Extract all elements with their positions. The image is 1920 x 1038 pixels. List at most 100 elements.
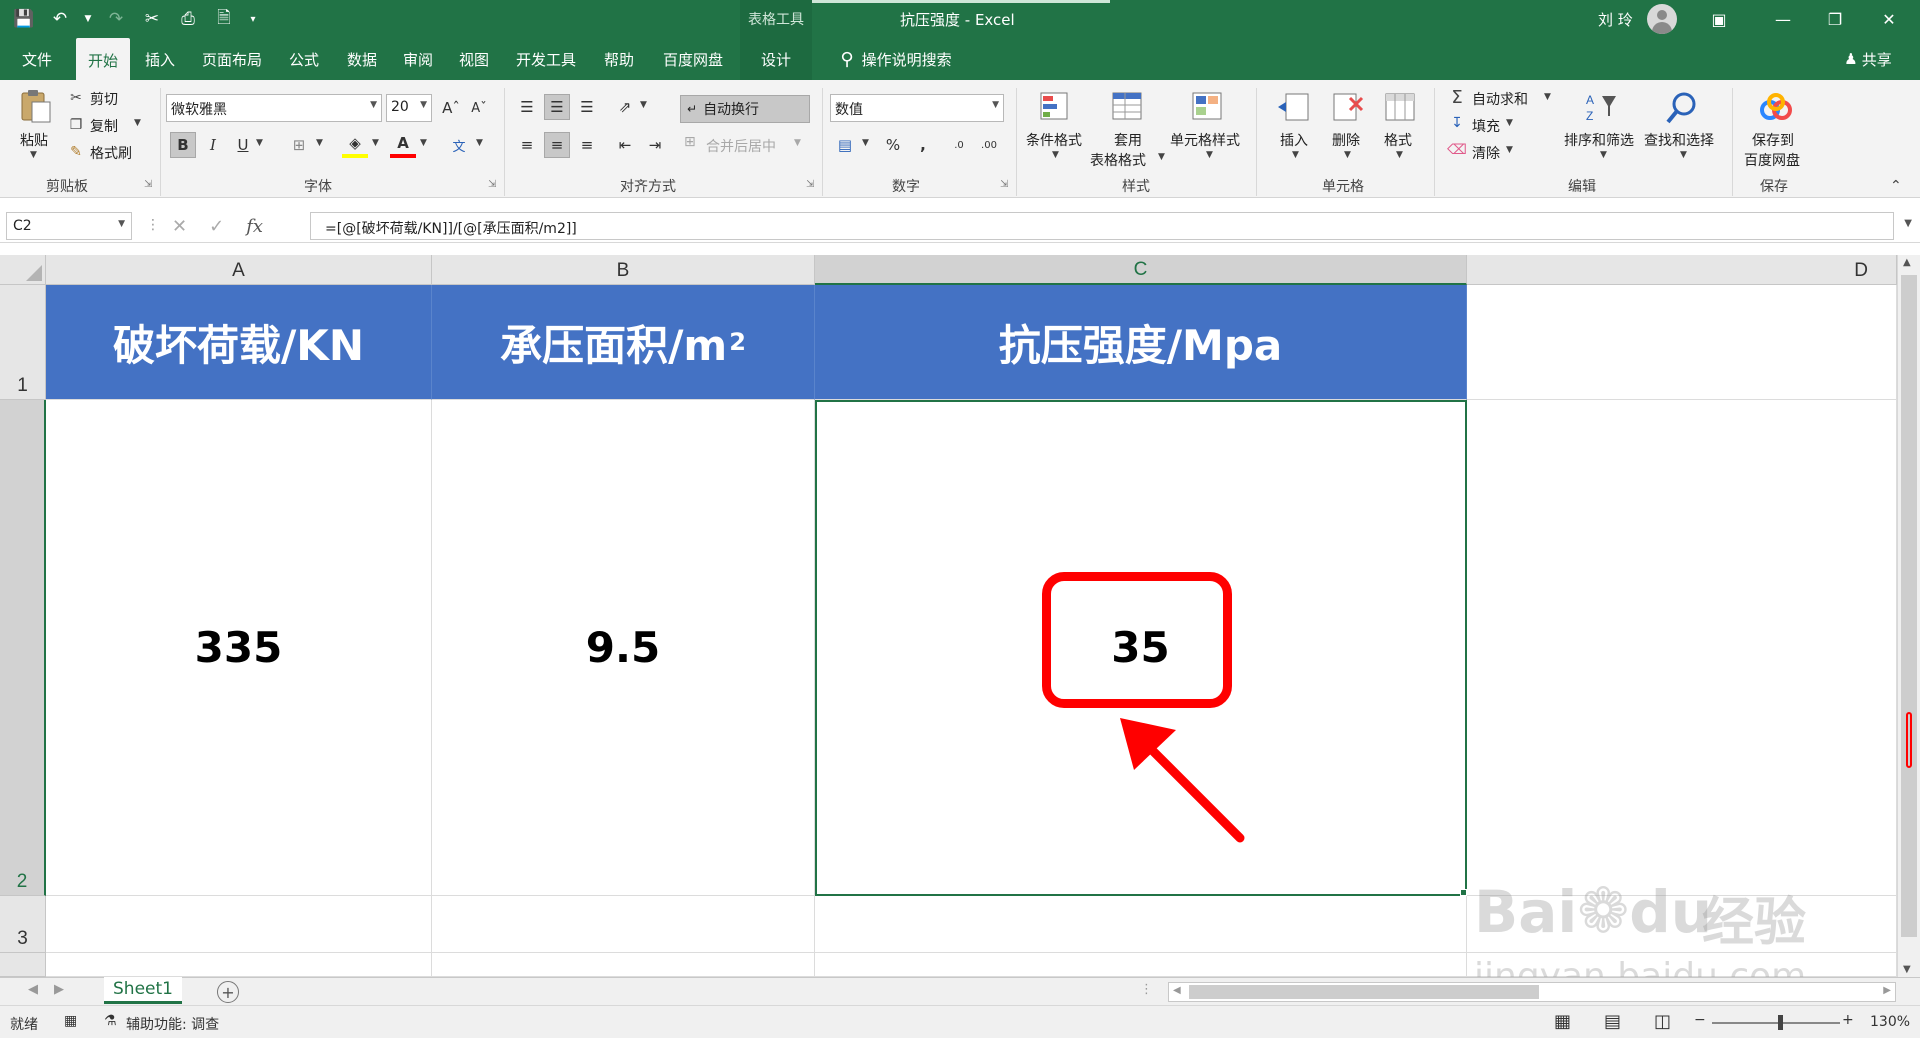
scroll-right-icon[interactable]: ▶: [1883, 985, 1891, 996]
phonetic-dropdown-icon[interactable]: ▼: [476, 138, 483, 148]
collapse-ribbon-icon[interactable]: ⌃: [1890, 178, 1902, 194]
fill-color-icon[interactable]: ◈: [342, 132, 368, 158]
baidu-netdisk-icon[interactable]: [1758, 90, 1794, 126]
name-box[interactable]: C2 ▼: [6, 212, 132, 240]
customize-qat-icon[interactable]: ▾: [246, 6, 260, 32]
merge-dropdown-icon[interactable]: ▼: [794, 138, 801, 148]
tab-home[interactable]: 开始: [76, 38, 130, 82]
bold-button[interactable]: B: [170, 132, 196, 158]
horizontal-scroll-thumb[interactable]: [1189, 985, 1539, 999]
insert-dropdown-icon[interactable]: ▼: [1292, 150, 1299, 160]
font-name-combo[interactable]: 微软雅黑 ▼: [166, 94, 382, 122]
align-bottom-icon[interactable]: ☰: [574, 94, 600, 120]
header-cell-area[interactable]: 承压面积/m 2: [432, 285, 815, 400]
orientation-dropdown-icon[interactable]: ▼: [640, 100, 647, 110]
fill-label[interactable]: 填充: [1472, 116, 1500, 136]
format-cells-label[interactable]: 格式: [1384, 130, 1412, 150]
align-right-icon[interactable]: ≡: [574, 132, 600, 158]
borders-icon[interactable]: ⊞: [286, 132, 312, 158]
clipboard-launcher-icon[interactable]: ⇲: [144, 179, 152, 190]
sort-filter-icon[interactable]: A Z: [1584, 90, 1620, 126]
tab-review[interactable]: 审阅: [396, 38, 440, 80]
row-header-3[interactable]: 3: [0, 896, 46, 953]
wrap-text-button[interactable]: ↵ 自动换行: [680, 95, 810, 123]
clear-dropdown-icon[interactable]: ▼: [1506, 145, 1513, 155]
find-select-label[interactable]: 查找和选择: [1644, 130, 1714, 150]
header-cell-strength[interactable]: 抗压强度/Mpa: [815, 285, 1467, 400]
decrease-decimal-icon[interactable]: .00: [976, 132, 1002, 158]
sort-filter-label[interactable]: 排序和筛选: [1564, 130, 1634, 150]
conditional-dropdown-icon[interactable]: ▼: [1052, 150, 1059, 160]
column-header-b[interactable]: B: [432, 255, 815, 285]
merge-center-label[interactable]: 合并后居中: [706, 136, 776, 156]
minimize-icon[interactable]: —: [1760, 0, 1806, 38]
cell-b3[interactable]: [432, 896, 815, 953]
tab-page-layout[interactable]: 页面布局: [196, 38, 268, 80]
paste-dropdown-icon[interactable]: ▼: [30, 150, 37, 160]
format-as-table-label-1[interactable]: 套用: [1114, 130, 1142, 150]
cell-a4[interactable]: [46, 953, 432, 977]
row-header-4[interactable]: [0, 953, 46, 977]
paste-icon[interactable]: [18, 88, 54, 124]
format-painter-icon[interactable]: ✎: [66, 143, 86, 161]
fill-handle[interactable]: [1460, 889, 1467, 896]
print-preview-icon[interactable]: ⎙: [174, 6, 202, 32]
new-file-icon[interactable]: 🗎: [210, 6, 238, 32]
cut-icon[interactable]: ✂: [138, 6, 166, 32]
font-color-icon[interactable]: A: [390, 132, 416, 158]
tab-help[interactable]: 帮助: [596, 38, 642, 80]
confirm-icon[interactable]: ✓: [209, 216, 224, 237]
sheet-prev-icon[interactable]: ◀: [28, 982, 38, 997]
clear-label[interactable]: 清除: [1472, 143, 1500, 163]
tab-design[interactable]: 设计: [740, 38, 812, 80]
cell-c3[interactable]: [815, 896, 1467, 953]
number-launcher-icon[interactable]: ⇲: [1000, 179, 1008, 190]
tab-split-grip-icon[interactable]: ⋮: [1140, 982, 1153, 997]
number-format-combo[interactable]: 数值 ▼: [830, 94, 1004, 122]
zoom-slider[interactable]: [1712, 1022, 1840, 1024]
italic-button[interactable]: I: [200, 132, 226, 158]
expand-formula-bar-icon[interactable]: ▼: [1904, 218, 1912, 229]
autosum-label[interactable]: 自动求和: [1472, 89, 1528, 109]
copy-dropdown-icon[interactable]: ▼: [134, 118, 141, 128]
cell-b4[interactable]: [432, 953, 815, 977]
alignment-launcher-icon[interactable]: ⇲: [806, 179, 814, 190]
delete-cells-icon[interactable]: [1330, 90, 1366, 126]
column-header-a[interactable]: A: [46, 255, 432, 285]
restore-icon[interactable]: ❐: [1812, 0, 1858, 38]
select-all-button[interactable]: [0, 255, 46, 285]
add-sheet-icon[interactable]: +: [217, 981, 239, 1003]
tab-view[interactable]: 视图: [452, 38, 496, 80]
format-as-table-icon[interactable]: [1110, 90, 1146, 126]
find-select-icon[interactable]: [1664, 90, 1700, 126]
undo-icon[interactable]: ↶: [46, 6, 74, 32]
cell-a3[interactable]: [46, 896, 432, 953]
tell-me-search[interactable]: ⚲ 操作说明搜索: [826, 38, 966, 80]
zoom-in-icon[interactable]: +: [1842, 1012, 1854, 1028]
sort-filter-dropdown-icon[interactable]: ▼: [1600, 150, 1607, 160]
fill-dropdown-icon[interactable]: ▼: [1506, 118, 1513, 128]
page-layout-view-icon[interactable]: ▤: [1604, 1011, 1621, 1032]
format-as-table-label-2[interactable]: 表格格式: [1090, 150, 1146, 170]
copy-icon[interactable]: ❐: [66, 116, 86, 134]
align-center-icon[interactable]: ≡: [544, 132, 570, 158]
increase-decimal-icon[interactable]: .0: [946, 132, 972, 158]
sheet-next-icon[interactable]: ▶: [54, 982, 64, 997]
cell-c4[interactable]: [815, 953, 1467, 977]
decrease-indent-icon[interactable]: ⇤: [612, 132, 638, 158]
align-left-icon[interactable]: ≡: [514, 132, 540, 158]
cut-label[interactable]: 剪切: [90, 89, 118, 109]
font-color-dropdown-icon[interactable]: ▼: [420, 138, 427, 148]
ribbon-display-options-icon[interactable]: ▣: [1696, 0, 1742, 38]
format-cells-icon[interactable]: [1382, 90, 1418, 126]
vertical-scroll-thumb[interactable]: [1901, 275, 1917, 937]
cell-styles-icon[interactable]: [1190, 90, 1226, 126]
percent-icon[interactable]: %: [880, 132, 906, 158]
save-icon[interactable]: 💾: [10, 6, 38, 32]
horizontal-scrollbar[interactable]: ◀ ▶: [1168, 982, 1896, 1002]
insert-cells-icon[interactable]: [1276, 90, 1312, 126]
comma-style-icon[interactable]: ,: [910, 132, 936, 158]
format-dropdown-icon[interactable]: ▼: [1396, 150, 1403, 160]
tab-formulas[interactable]: 公式: [282, 38, 326, 80]
zoom-out-icon[interactable]: −: [1694, 1012, 1706, 1028]
